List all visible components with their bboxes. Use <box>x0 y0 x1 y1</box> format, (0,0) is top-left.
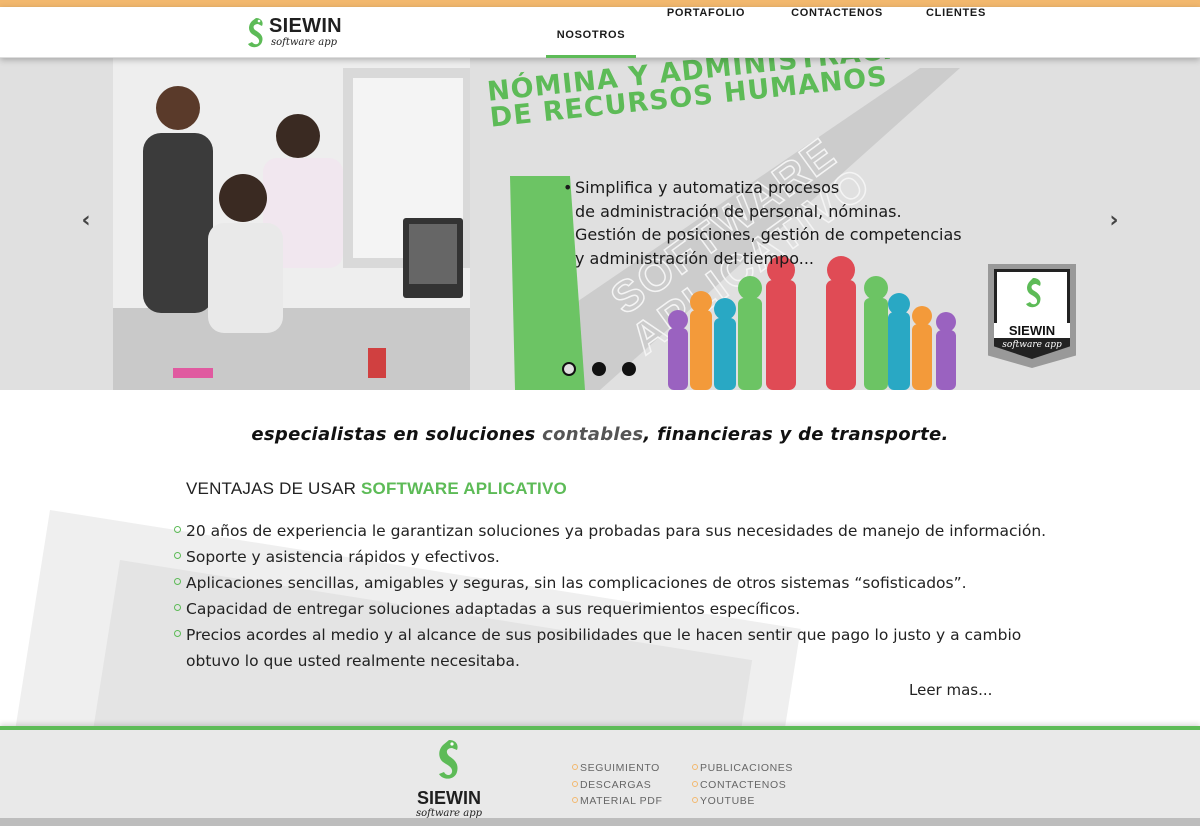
footer-link-label: PUBLICACIONES <box>700 762 793 774</box>
footer-link-label: CONTACTENOS <box>700 778 787 791</box>
site-header: SIEWIN software app NOSOTROS PORTAFOLIO … <box>0 7 1200 58</box>
top-accent-bar <box>0 0 1200 7</box>
tagline-text: especialistas en soluciones <box>251 424 543 445</box>
footer-logo[interactable]: SIEWIN software app <box>412 738 486 822</box>
list-item: Soporte y asistencia rápidos y efectivos… <box>174 544 1054 570</box>
footer-brand: SIEWIN <box>416 788 481 808</box>
site-logo[interactable]: SIEWIN software app <box>245 15 355 52</box>
bullet-circle-icon <box>174 630 181 637</box>
main-content: especialistas en soluciones contables, f… <box>0 390 1200 726</box>
bullet-circle-icon <box>572 797 578 803</box>
bullet-circle-icon <box>572 780 578 787</box>
footer-links-col1: SEGUIMIENTO DESCARGAS MATERIAL PDF <box>572 760 662 810</box>
slider-next-icon[interactable]: › <box>1102 208 1126 238</box>
nav-clientes[interactable]: CLIENTES <box>916 7 996 58</box>
footer-bottom-bar <box>0 818 1200 826</box>
bullet-circle-icon <box>174 578 181 585</box>
advantage-text: Capacidad de entregar soluciones adaptad… <box>186 600 801 618</box>
badge-dragon-icon <box>1026 278 1041 308</box>
advantages-title-text: VENTAJAS DE USAR <box>186 479 362 498</box>
footer-link-label: YOUTUBE <box>700 795 755 807</box>
advantages-title: VENTAJAS DE USAR SOFTWARE APLICATIVO <box>186 479 567 499</box>
advantage-text: Aplicaciones sencillas, amigables y segu… <box>186 574 967 592</box>
footer-link-material-pdf[interactable]: MATERIAL PDF <box>572 793 662 810</box>
footer-link-contactenos[interactable]: CONTACTENOS <box>692 777 793 794</box>
logo-tagline: software app <box>271 37 338 48</box>
list-item: Precios acordes al medio y al alcance de… <box>174 622 1054 674</box>
slider-dot-3[interactable] <box>622 362 636 376</box>
footer-link-label: SEGUIMIENTO <box>580 762 660 774</box>
footer-link-label: MATERIAL PDF <box>580 795 663 807</box>
bullet-circle-icon <box>572 764 578 770</box>
bullet-circle-icon <box>692 780 698 787</box>
footer-link-label: DESCARGAS <box>580 778 652 791</box>
footer-link-youtube[interactable]: YOUTUBE <box>692 793 793 810</box>
nav-contactenos[interactable]: CONTACTENOS <box>782 7 892 58</box>
hero-body-line: y administración del tiempo... <box>575 248 814 268</box>
bullet-circle-icon <box>174 604 181 611</box>
footer-link-descargas[interactable]: DESCARGAS <box>572 777 662 794</box>
bullet-circle-icon <box>174 552 181 559</box>
read-more-link[interactable]: Leer mas... <box>909 681 992 699</box>
list-item: 20 años de experiencia le garantizan sol… <box>174 518 1054 544</box>
office-scene-illustration <box>113 58 485 390</box>
slider-dot-2[interactable] <box>592 362 606 376</box>
bullet-circle-icon <box>692 764 698 770</box>
footer-dragon-icon <box>439 740 458 779</box>
advantage-text: Precios acordes al medio y al alcance de… <box>186 626 1022 670</box>
site-footer: SIEWIN software app SEGUIMIENTO DESCARGA… <box>0 726 1200 826</box>
badge-brand: SIEWIN <box>994 323 1070 338</box>
slider-dot-1[interactable] <box>562 362 576 376</box>
hero-description: • Simplifica y automatiza procesos de ad… <box>563 176 1015 270</box>
hero-bullet: • <box>563 178 573 197</box>
tagline-highlight: contables <box>542 424 644 445</box>
list-item: Capacidad de entregar soluciones adaptad… <box>174 596 1054 622</box>
hero-body-line: de administración de personal, nóminas. <box>575 201 902 221</box>
hero-body-line: Gestión de posiciones, gestión de compet… <box>575 225 962 244</box>
dragon-mascot-icon <box>248 18 263 48</box>
logo-brand: SIEWIN <box>269 15 342 37</box>
slider-prev-icon[interactable]: ‹ <box>74 208 98 238</box>
hero-body-line: Simplifica y automatiza procesos <box>575 178 840 197</box>
nav-portafolio[interactable]: PORTAFOLIO <box>656 7 756 58</box>
bullet-circle-icon <box>692 797 698 803</box>
advantage-text: Soporte y asistencia rápidos y efectivos… <box>186 548 500 566</box>
list-item: Aplicaciones sencillas, amigables y segu… <box>174 570 1054 596</box>
footer-link-publicaciones[interactable]: PUBLICACIONES <box>692 760 793 777</box>
advantages-title-highlight: SOFTWARE APLICATIVO <box>361 479 567 498</box>
footer-link-seguimiento[interactable]: SEGUIMIENTO <box>572 760 662 777</box>
bullet-circle-icon <box>174 526 181 533</box>
advantage-text: 20 años de experiencia le garantizan sol… <box>186 522 1047 540</box>
hero-slider: SOFTWARE APLICATIVO NÓMINA Y ADMINISTRAC… <box>0 58 1200 390</box>
footer-links-col2: PUBLICACIONES CONTACTENOS YOUTUBE <box>692 760 793 810</box>
siewin-badge: SIEWIN software app <box>988 264 1076 368</box>
tagline-text-end: , financieras y de transporte. <box>643 424 949 445</box>
company-tagline: especialistas en soluciones contables, f… <box>0 424 1200 445</box>
advantages-list: 20 años de experiencia le garantizan sol… <box>174 518 1054 674</box>
badge-tagline: software app <box>1002 340 1062 350</box>
nav-nosotros[interactable]: NOSOTROS <box>546 7 636 58</box>
office-team-photo <box>113 58 485 390</box>
